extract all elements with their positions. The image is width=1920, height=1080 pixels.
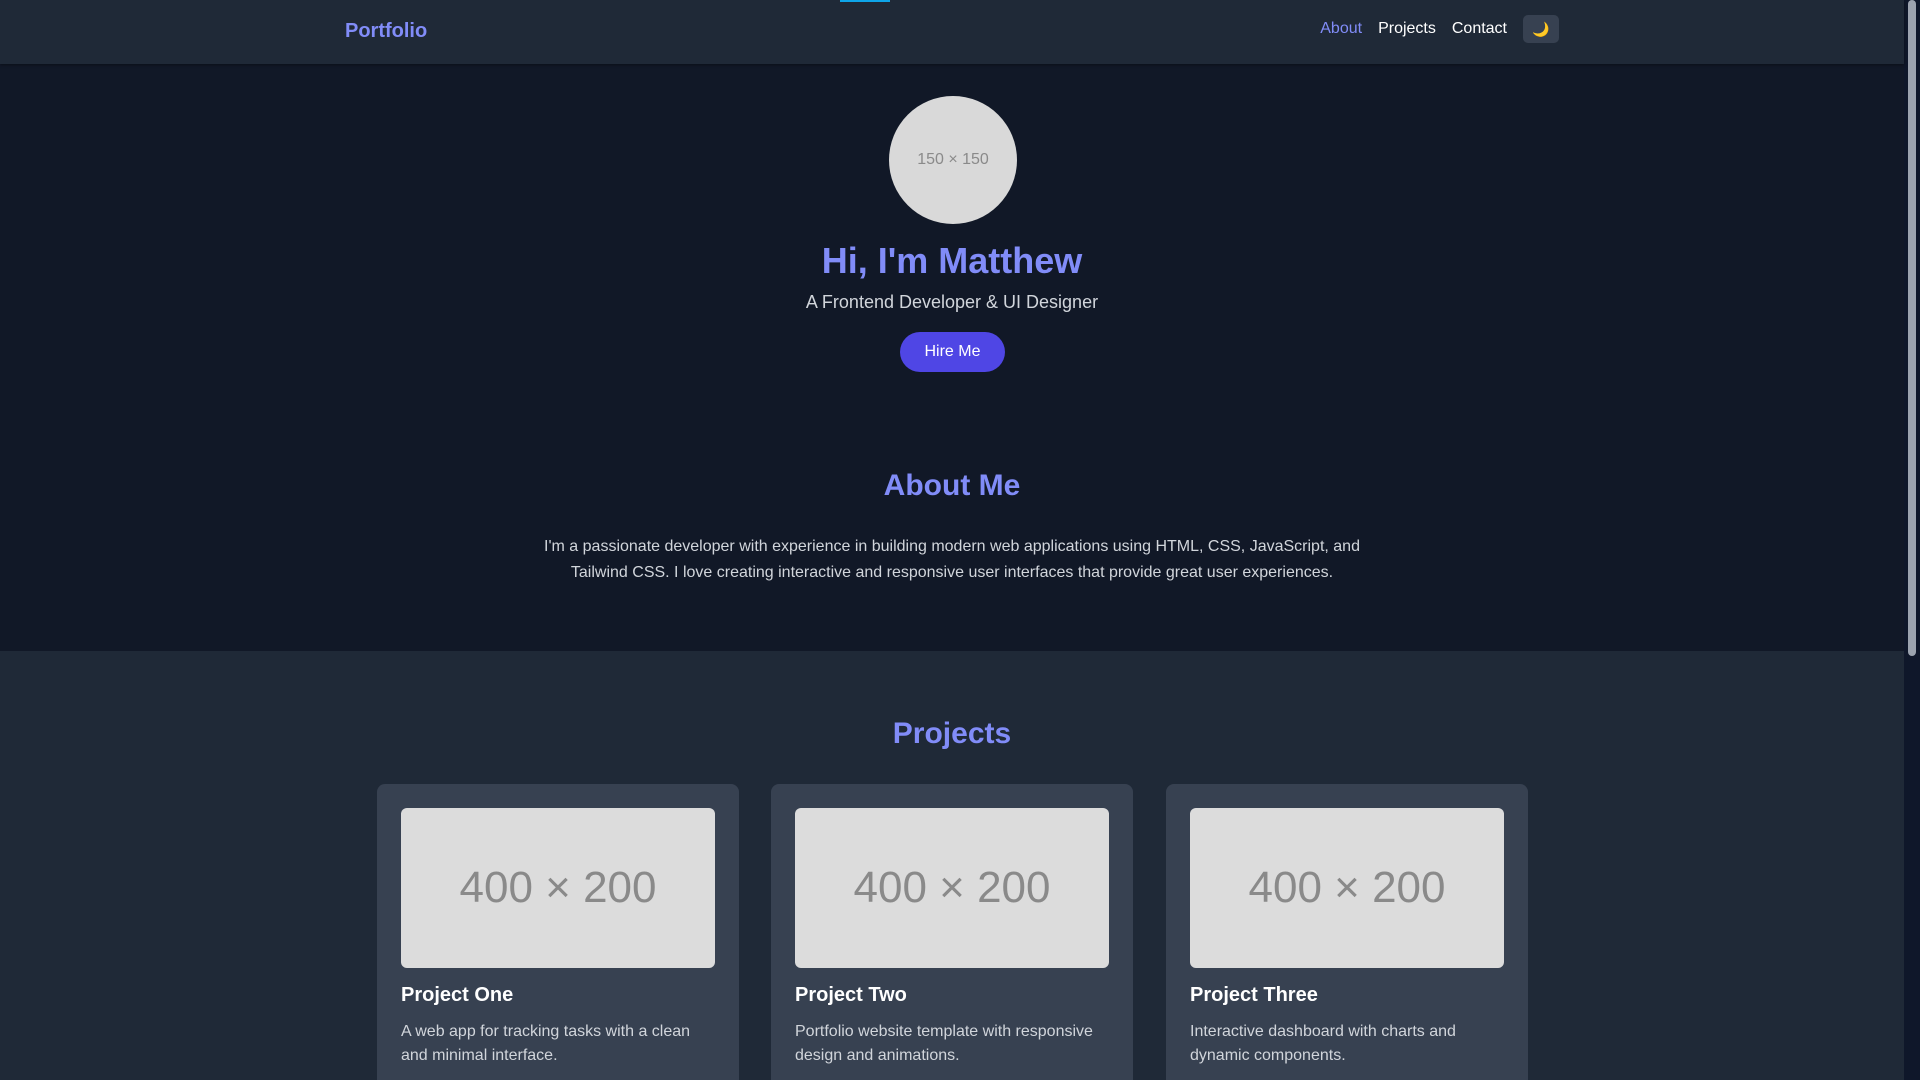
- project-image-placeholder-text: 400 × 200: [853, 863, 1051, 912]
- navbar: Portfolio About Projects Contact 🌙: [0, 0, 1904, 64]
- hero-subtitle: A Frontend Developer & UI Designer: [805, 292, 1099, 312]
- project-image: 400 × 200: [401, 808, 715, 968]
- theme-toggle-button[interactable]: 🌙: [1523, 15, 1559, 43]
- projects-section: Projects 400 × 200 Project One A web app…: [0, 651, 1904, 1080]
- project-image-placeholder-text: 400 × 200: [1248, 863, 1446, 912]
- scroll-progress-bar: [840, 0, 1080, 2]
- scroll-progress-fill: [840, 0, 890, 2]
- brand-logo[interactable]: Portfolio: [345, 20, 427, 43]
- about-title: About Me: [883, 469, 1021, 502]
- project-title: Project Three: [1190, 984, 1318, 1006]
- hero-title: Hi, I'm Matthew: [821, 240, 1083, 281]
- project-title: Project One: [401, 984, 514, 1006]
- project-description: Portfolio website template with responsi…: [795, 1023, 1093, 1064]
- scrollbar-thumb[interactable]: [1908, 0, 1916, 656]
- hire-me-button[interactable]: Hire Me: [900, 332, 1005, 372]
- nav-link-about[interactable]: About: [1320, 20, 1362, 38]
- project-card[interactable]: 400 × 200 Project Two Portfolio website …: [771, 784, 1133, 1080]
- nav-links: About Projects Contact 🌙: [1320, 15, 1559, 43]
- project-image: 400 × 200: [795, 808, 1109, 968]
- project-description: A web app for tracking tasks with a clea…: [401, 1023, 691, 1064]
- nav-link-contact[interactable]: Contact: [1452, 20, 1507, 38]
- hero-section: 150 × 150 Hi, I'm Matthew A Frontend Dev…: [0, 64, 1904, 651]
- project-card[interactable]: 400 × 200 Project One A web app for trac…: [377, 784, 739, 1080]
- project-title: Project Two: [795, 984, 907, 1006]
- projects-title: Projects: [892, 717, 1012, 750]
- project-description: Interactive dashboard with charts and dy…: [1190, 1023, 1456, 1064]
- about-text: I'm a passionate developer with experien…: [544, 538, 1360, 581]
- avatar: 150 × 150: [889, 96, 1017, 224]
- project-image: 400 × 200: [1190, 808, 1504, 968]
- project-image-placeholder-text: 400 × 200: [459, 863, 657, 912]
- project-card[interactable]: 400 × 200 Project Three Interactive dash…: [1166, 784, 1528, 1080]
- avatar-placeholder-text: 150 × 150: [917, 151, 989, 168]
- moon-icon: 🌙: [1532, 20, 1550, 37]
- nav-link-projects[interactable]: Projects: [1378, 20, 1436, 38]
- page-scrollbar[interactable]: [1904, 0, 1920, 1080]
